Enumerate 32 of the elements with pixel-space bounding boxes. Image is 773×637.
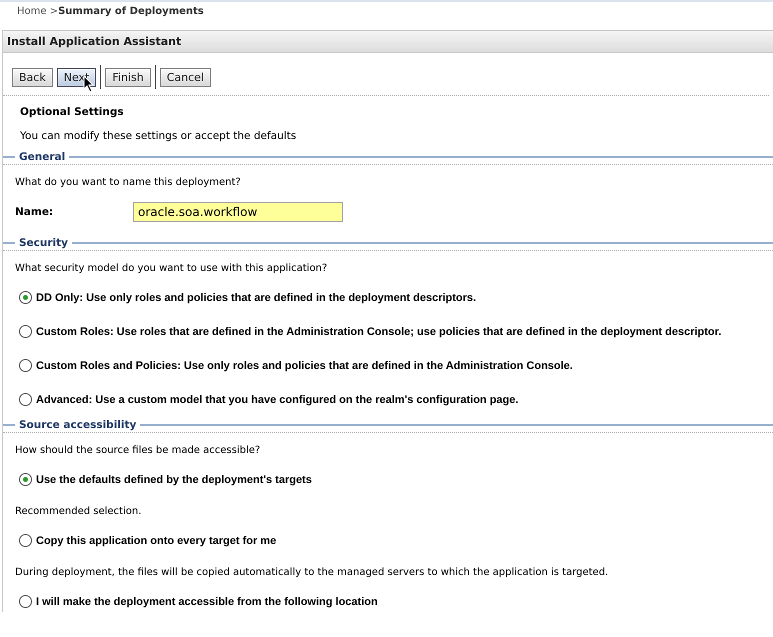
field-label: Name: xyxy=(15,206,54,218)
radio-button[interactable] xyxy=(19,325,32,338)
question-text: How should the source files be made accessible? xyxy=(14,444,262,456)
radio-button[interactable] xyxy=(19,534,32,547)
note-text: Recommended selection. xyxy=(14,505,142,517)
panel-header: Install Application Assistant xyxy=(3,30,773,53)
radio-label: DD Only: Use only roles and policies that are defined in the deployment descriptors. xyxy=(36,292,476,304)
radio-label: Custom Roles: Use roles that are defined in the Administration Console; use policies that are defined in the deployment descriptor. xyxy=(36,326,722,338)
section-title: Security xyxy=(19,237,68,249)
radio-label: Use the defaults defined by the deployment's targets xyxy=(36,474,312,486)
radio-label: Custom Roles and Policies: Use only roles and policies that are defined in the Administration Console. xyxy=(36,360,573,372)
radio-button[interactable] xyxy=(19,473,32,486)
section-title: Source accessibility xyxy=(19,419,136,431)
radio-button[interactable] xyxy=(19,393,32,406)
question-text: What security model do you want to use with this application? xyxy=(14,262,328,274)
radio-label: Copy this application onto every target for me xyxy=(36,534,276,546)
radio-button[interactable] xyxy=(19,595,32,608)
wizard-button[interactable]: Finish xyxy=(105,68,151,86)
radio-label: I will make the deployment accessible from the following location xyxy=(36,596,378,608)
name-input-field[interactable]: oracle.soa.workflow xyxy=(133,202,343,222)
question-text: What do you want to name this deployment? xyxy=(14,176,242,188)
note-text: During deployment, the files will be copied automatically to the managed servers to which the application is targeted. xyxy=(14,566,610,578)
wizard-button[interactable]: Back xyxy=(12,68,53,86)
page-title: Optional Settings xyxy=(19,105,125,118)
breadcrumb-current: Summary of Deployments xyxy=(58,6,204,17)
breadcrumb-link[interactable]: Home > xyxy=(17,6,58,17)
radio-button[interactable] xyxy=(19,291,32,304)
radio-label: Advanced: Use a custom model that you have configured on the realm's configuration page. xyxy=(36,394,518,406)
section-title: General xyxy=(19,151,66,163)
radio-button[interactable] xyxy=(19,359,32,372)
wizard-button[interactable]: Cancel xyxy=(160,68,211,86)
intro-text: You can modify these settings or accept the defaults xyxy=(19,129,298,142)
